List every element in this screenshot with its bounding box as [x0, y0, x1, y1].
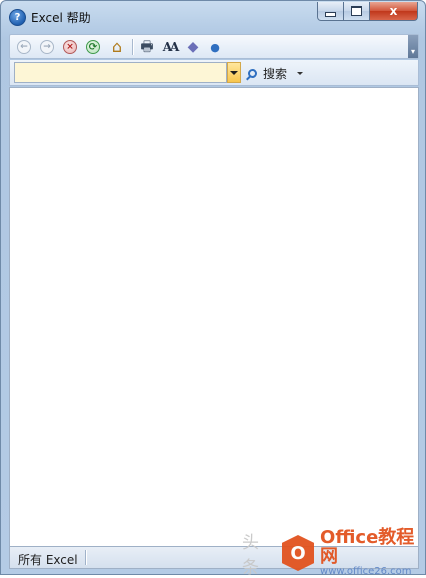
- pin-button[interactable]: ●: [206, 38, 224, 56]
- home-button[interactable]: ⌂: [108, 38, 126, 56]
- book-icon: ◆: [187, 39, 199, 55]
- toolbar-separator: [132, 39, 133, 55]
- chevron-down-icon: [230, 70, 238, 75]
- search-scope-label[interactable]: 所有 Excel: [18, 551, 78, 568]
- back-icon: ←: [17, 40, 31, 54]
- status-separator: [85, 550, 86, 565]
- close-button[interactable]: x: [370, 2, 418, 21]
- stop-icon: ×: [63, 40, 77, 54]
- office-logo-letter: O: [290, 542, 306, 564]
- forward-button[interactable]: →: [38, 38, 56, 56]
- search-bar: 搜索: [9, 60, 419, 86]
- watermark-faint-text: 头条: [242, 533, 260, 578]
- watermark-brand: Office教程网: [320, 526, 415, 567]
- maximize-icon: [351, 6, 362, 16]
- print-icon: 🖶: [140, 39, 154, 55]
- pushpin-icon: ●: [210, 40, 220, 54]
- search-button[interactable]: 搜索: [248, 63, 304, 83]
- minimize-icon: [325, 11, 336, 17]
- help-content-pane[interactable]: [9, 87, 419, 547]
- forward-icon: →: [40, 40, 54, 54]
- refresh-icon: ⟳: [86, 40, 100, 54]
- home-icon: ⌂: [111, 37, 123, 56]
- maximize-button[interactable]: [344, 2, 370, 21]
- watermark: 头条 O Office教程网 www.office26.com: [242, 528, 426, 578]
- back-button[interactable]: ←: [15, 38, 33, 56]
- toolbar: ← → × ⟳ ⌂ 🖶 AA ◆ ● ▾: [9, 34, 419, 59]
- search-input[interactable]: [14, 62, 227, 83]
- window-title: Excel 帮助: [31, 11, 91, 25]
- toolbar-overflow-button[interactable]: ▾: [408, 35, 418, 58]
- font-size-button[interactable]: AA: [161, 38, 180, 56]
- office-logo-icon: O: [281, 535, 315, 571]
- minimize-button[interactable]: [317, 2, 344, 21]
- search-button-label: 搜索: [263, 66, 288, 81]
- book-button[interactable]: ◆: [184, 38, 202, 56]
- stop-button[interactable]: ×: [61, 38, 79, 56]
- print-button[interactable]: 🖶: [138, 38, 156, 56]
- search-icon: [248, 68, 257, 78]
- watermark-url: www.office26.com: [320, 565, 412, 577]
- watermark-text: Office教程网 www.office26.com: [320, 526, 426, 577]
- title-bar[interactable]: ? Excel 帮助 x: [1, 1, 425, 31]
- search-dropdown-button[interactable]: [227, 62, 241, 83]
- help-app-icon: ?: [9, 9, 26, 26]
- chevron-down-icon: ▾: [410, 47, 415, 56]
- refresh-button[interactable]: ⟳: [84, 38, 102, 56]
- close-icon: x: [389, 4, 398, 18]
- help-window: ? Excel 帮助 x ← → × ⟳ ⌂ 🖶 AA ◆ ● ▾ 搜索 所有 …: [0, 0, 426, 575]
- search-options-chevron-icon: [297, 71, 304, 75]
- font-size-icon: AA: [162, 40, 180, 54]
